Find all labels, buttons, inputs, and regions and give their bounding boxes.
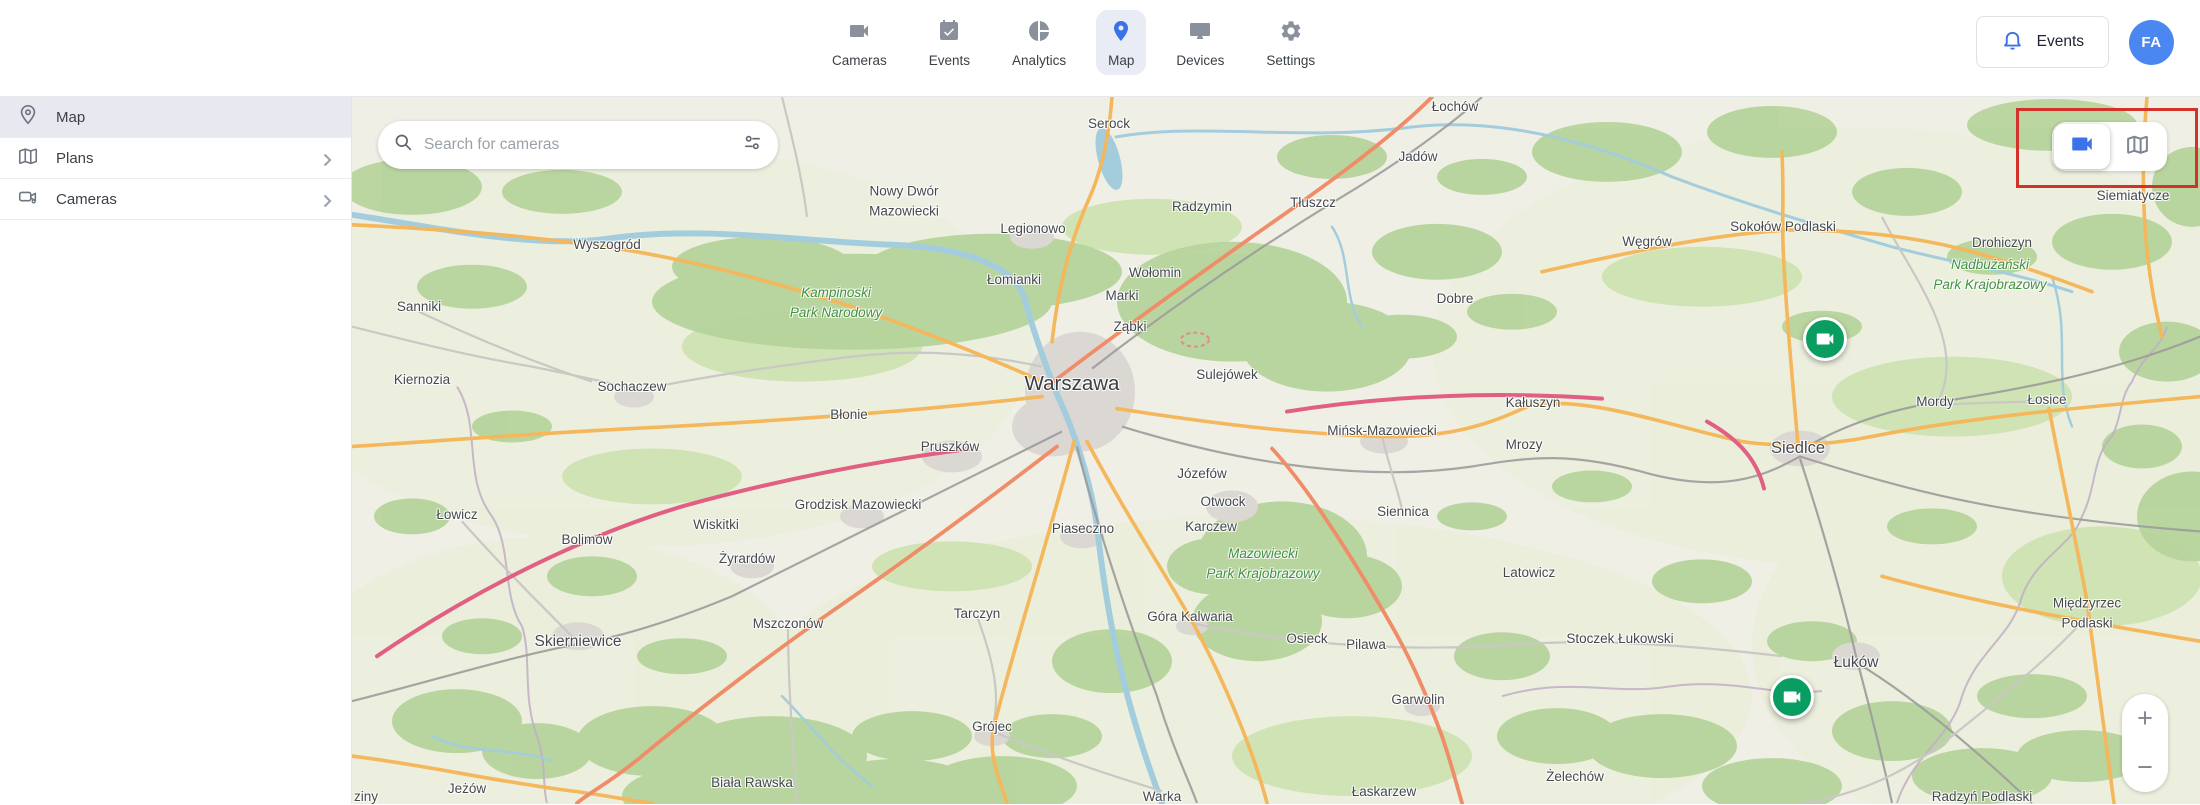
nav-item-events[interactable]: Events <box>917 10 982 75</box>
main-nav: Cameras Events Analytics Map Devices Set… <box>820 10 1327 75</box>
map-icon <box>17 145 39 172</box>
sidebar-item-map[interactable]: Map <box>0 97 351 138</box>
nav-item-settings[interactable]: Settings <box>1254 10 1327 75</box>
avatar[interactable]: FA <box>2129 20 2174 65</box>
cameras-icon <box>17 186 39 213</box>
nav-item-map[interactable]: Map <box>1096 10 1146 75</box>
zoom-in-button[interactable]: + <box>2122 694 2168 743</box>
nav-label: Map <box>1108 53 1134 68</box>
top-bar: Cameras Events Analytics Map Devices Set… <box>0 0 2200 97</box>
monitor-icon <box>1188 19 1212 48</box>
sidebar: Map Plans Cameras <box>0 97 352 804</box>
sidebar-item-label: Map <box>56 109 85 126</box>
camera-search <box>378 121 778 169</box>
nav-label: Settings <box>1266 53 1315 68</box>
camera-marker[interactable] <box>1803 317 1847 361</box>
map-pin-icon <box>1109 19 1133 48</box>
chevron-right-icon <box>316 190 338 217</box>
nav-item-devices[interactable]: Devices <box>1164 10 1236 75</box>
video-camera-icon <box>2069 131 2095 162</box>
toggle-map-view[interactable] <box>2110 124 2166 169</box>
search-icon <box>394 133 413 157</box>
nav-label: Analytics <box>1012 53 1066 68</box>
map-canvas[interactable] <box>352 97 2200 804</box>
camera-marker[interactable] <box>1770 675 1814 719</box>
calendar-icon <box>937 19 961 48</box>
nav-label: Cameras <box>832 53 887 68</box>
app-root: Cameras Events Analytics Map Devices Set… <box>0 0 2200 804</box>
video-camera-icon <box>847 19 871 48</box>
events-button[interactable]: Events <box>1976 16 2109 68</box>
nav-item-cameras[interactable]: Cameras <box>820 10 899 75</box>
search-input[interactable] <box>424 136 743 154</box>
sidebar-item-label: Cameras <box>56 191 117 208</box>
toggle-camera-view[interactable] <box>2054 124 2110 169</box>
map-icon <box>2125 132 2150 162</box>
chevron-right-icon <box>316 149 338 176</box>
map-pin-icon <box>17 104 39 131</box>
filter-icon[interactable] <box>743 133 762 157</box>
events-button-label: Events <box>2037 33 2084 51</box>
view-toggle <box>2052 122 2167 171</box>
zoom-controls: + − <box>2122 694 2168 792</box>
sidebar-item-label: Plans <box>56 150 94 167</box>
zoom-out-button[interactable]: − <box>2122 743 2168 792</box>
pie-chart-icon <box>1027 19 1051 48</box>
nav-label: Devices <box>1176 53 1224 68</box>
nav-item-analytics[interactable]: Analytics <box>1000 10 1078 75</box>
top-right-actions: Events FA <box>1976 16 2174 68</box>
gear-icon <box>1279 19 1303 48</box>
map-area[interactable]: SerockŁochówJadówNowy Dwór MazowieckiLeg… <box>352 97 2200 804</box>
sidebar-item-cameras[interactable]: Cameras <box>0 179 351 220</box>
sidebar-item-plans[interactable]: Plans <box>0 138 351 179</box>
bell-icon <box>2001 28 2024 56</box>
nav-label: Events <box>929 53 970 68</box>
content: Map Plans Cameras <box>0 97 2200 804</box>
